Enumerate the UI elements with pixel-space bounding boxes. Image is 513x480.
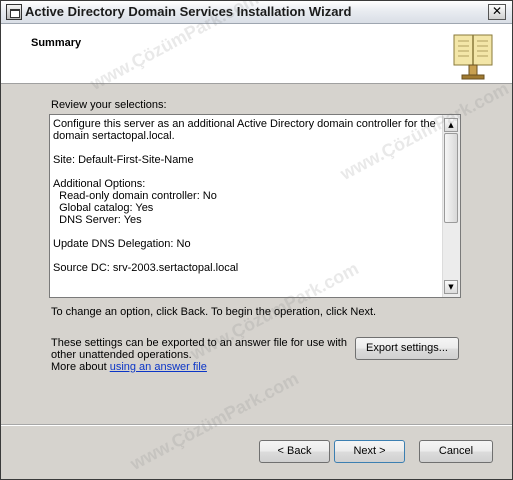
window-icon	[6, 4, 22, 20]
scroll-down-arrow-icon[interactable]: ▼	[444, 280, 458, 294]
back-button[interactable]: < Back	[259, 440, 330, 463]
export-text-line2: other unattended operations.	[51, 349, 192, 361]
cancel-button[interactable]: Cancel	[419, 440, 493, 463]
close-button[interactable]: ✕	[488, 4, 506, 20]
next-button[interactable]: Next >	[334, 440, 405, 463]
summary-textbox[interactable]: Configure this server as an additional A…	[49, 114, 461, 298]
more-about-prefix: More about	[51, 361, 110, 373]
summary-text: Configure this server as an additional A…	[53, 118, 436, 274]
export-description: These settings can be exported to an ans…	[51, 337, 347, 373]
book-icon	[453, 34, 493, 80]
wizard-header: Summary	[1, 24, 512, 84]
answer-file-link[interactable]: using an answer file	[110, 361, 207, 373]
page-title: Summary	[31, 37, 82, 49]
window-title: Active Directory Domain Services Install…	[25, 4, 352, 19]
scrollbar-thumb[interactable]	[444, 133, 458, 223]
scroll-up-arrow-icon[interactable]: ▲	[444, 118, 458, 132]
wizard-window: Active Directory Domain Services Install…	[0, 0, 513, 480]
review-label: Review your selections:	[51, 99, 167, 111]
footer-divider	[1, 424, 512, 426]
change-option-hint: To change an option, click Back. To begi…	[51, 306, 377, 318]
more-about-line: More about using an answer file	[51, 361, 347, 373]
export-settings-button[interactable]: Export settings...	[355, 337, 459, 360]
wizard-content: Review your selections: Configure this s…	[1, 85, 512, 479]
title-bar[interactable]: Active Directory Domain Services Install…	[1, 1, 512, 24]
vertical-scrollbar[interactable]: ▲ ▼	[442, 115, 460, 297]
export-text-line1: These settings can be exported to an ans…	[51, 337, 347, 349]
